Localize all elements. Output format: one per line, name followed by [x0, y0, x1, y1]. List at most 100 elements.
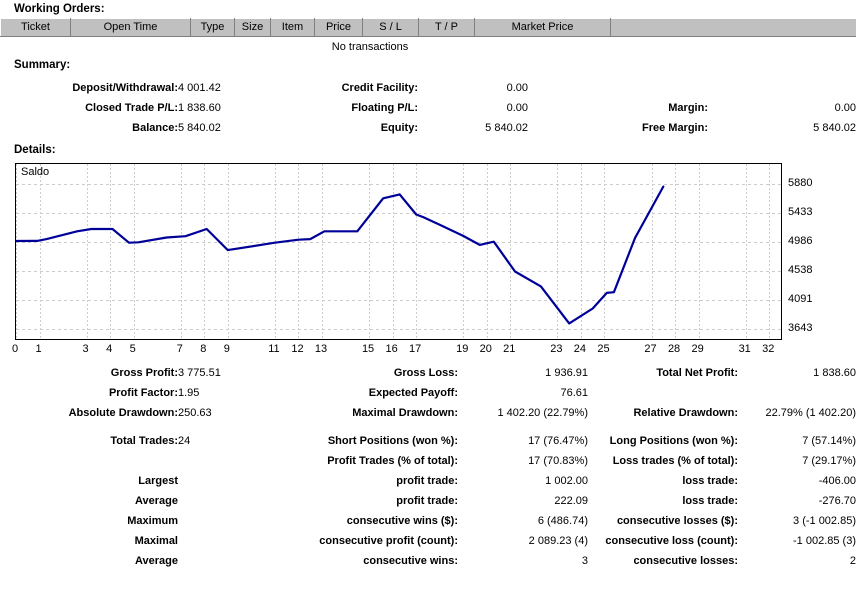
column-header-item[interactable]: Item — [270, 18, 315, 37]
column-header-type[interactable]: Type — [190, 18, 235, 37]
x-tick-label: 7 — [176, 343, 183, 355]
column-header-filler — [610, 18, 856, 37]
stats-label-total-net-profit: Total Net Profit: — [656, 367, 738, 379]
x-tick-label: 8 — [200, 343, 207, 355]
chart-x-axis-labels: 0 1 3 4 5 7 8 9 11 12 13 15 16 17 19 20 21 23 24 25 27 28 29 31… — [11, 343, 782, 359]
stats-label-total-trades: Total Trades: — [110, 435, 178, 447]
chart-plot-area: Saldo — [15, 163, 782, 340]
x-tick-label: 0 — [11, 343, 19, 355]
stats-value-absolute-drawdown: 250.63 — [178, 407, 212, 419]
y-tick-label: 4986 — [788, 234, 813, 247]
stats-row: Largest profit trade: 1 002.00 loss trad… — [0, 471, 856, 491]
stats-label-average-loss-trade: loss trade: — [682, 495, 738, 507]
balance-chart[interactable]: Saldo 5880 5433 4986 4538 4091 3643 013457891… — [0, 160, 856, 360]
stats-value-gross-loss: 1 936.91 — [545, 367, 588, 379]
working-orders-table-wrap: Ticket Open Time Type Size Item Price S … — [0, 18, 856, 53]
summary-label-margin: Margin: — [668, 102, 708, 114]
stats-label-profit-factor: Profit Factor: — [108, 387, 178, 399]
column-header-size[interactable]: Size — [234, 18, 271, 37]
stats-value-largest — [178, 471, 288, 491]
stats-value-total-trades: 24 — [178, 435, 191, 447]
column-header-market-price[interactable]: Market Price — [474, 18, 611, 37]
stats-value-max-consecutive-losses: 3 (-1 002.85) — [793, 515, 856, 527]
x-tick-label: 25 — [597, 343, 610, 355]
summary-value-free-margin: 5 840.02 — [813, 122, 856, 134]
summary-value-credit-facility: 0.00 — [506, 82, 528, 94]
stats-label-largest-loss-trade: loss trade: — [682, 475, 738, 487]
column-header-ticket[interactable]: Ticket — [0, 18, 71, 37]
x-tick-label: 16 — [385, 343, 398, 355]
statistics-block-trades: Total Trades: 24 Short Positions (won %)… — [0, 431, 856, 571]
column-header-take-profit[interactable]: T / P — [418, 18, 475, 37]
summary-row: Deposit/Withdrawal: 4 001.42 Credit Faci… — [0, 78, 856, 98]
stats-label-profit-trades: Profit Trades (% of total): — [327, 455, 458, 467]
stats-label-average-profit-trade: profit trade: — [396, 495, 458, 507]
x-tick-label: 21 — [503, 343, 516, 355]
summary-value-equity: 5 840.02 — [485, 122, 528, 134]
chart-series-label: Saldo — [21, 166, 50, 178]
summary-value-closed-trade-pl: 1 838.60 — [178, 102, 221, 114]
stats-value-empty-1 — [738, 383, 856, 403]
stats-value-loss-trades: 7 (29.17%) — [802, 455, 856, 467]
stats-value-profit-trades: 17 (70.83%) — [528, 455, 588, 467]
summary-grid: Deposit/Withdrawal: 4 001.42 Credit Faci… — [0, 78, 856, 138]
stats-row: Average profit trade: 222.09 loss trade:… — [0, 491, 856, 511]
stats-value-average-2 — [178, 551, 288, 571]
stats-row: Absolute Drawdown: 250.63 Maximal Drawdo… — [0, 403, 856, 423]
stats-label-expected-payoff: Expected Payoff: — [368, 387, 458, 399]
y-tick-label: 4538 — [788, 263, 813, 276]
stats-value-total-net-profit: 1 838.60 — [813, 367, 856, 379]
x-tick-label: 32 — [762, 343, 775, 355]
column-header-stop-loss[interactable]: S / L — [362, 18, 419, 37]
x-tick-label: 9 — [223, 343, 230, 355]
x-tick-label: 1 — [35, 343, 42, 355]
y-tick-label: 4091 — [788, 292, 813, 305]
stats-label-largest-profit-trade: profit trade: — [396, 475, 458, 487]
stats-row: Gross Profit: 3 775.51 Gross Loss: 1 936… — [0, 363, 856, 383]
empty-state-message: No transactions — [331, 41, 409, 53]
details-section: Details: Saldo 5880 5433 4986 4538 4091 3643 … — [0, 144, 856, 360]
chart-y-axis-labels: 5880 5433 4986 4538 4091 3643 — [788, 160, 848, 344]
chart-line-svg — [16, 164, 781, 339]
x-tick-label: 12 — [291, 343, 304, 355]
stats-value-average-profit-trade: 222.09 — [554, 495, 588, 507]
y-tick-label: 5433 — [788, 205, 813, 218]
stats-row: Average consecutive wins: 3 consecutive … — [0, 551, 856, 571]
summary-label-balance: Balance: — [132, 122, 178, 134]
stats-row: Profit Trades (% of total): 17 (70.83%) … — [0, 451, 856, 471]
stats-label-largest: Largest — [138, 475, 178, 487]
working-orders-section: Working Orders: Ticket Open Time Type Si… — [0, 0, 856, 53]
stats-value-expected-payoff: 76.61 — [560, 387, 588, 399]
stats-value-short-positions: 17 (76.47%) — [528, 435, 588, 447]
x-tick-label: 11 — [268, 343, 280, 355]
column-header-open-time[interactable]: Open Time — [70, 18, 191, 37]
summary-row: Balance: 5 840.02 Equity: 5 840.02 Free … — [0, 118, 856, 138]
stats-label-average: Average — [134, 495, 178, 507]
stats-value-avg-consecutive-losses: 2 — [849, 555, 856, 567]
working-orders-table: Ticket Open Time Type Size Item Price S … — [0, 18, 856, 37]
x-tick-label: 5 — [129, 343, 136, 355]
summary-title: Summary: — [14, 59, 71, 71]
summary-section: Summary: Deposit/Withdrawal: 4 001.42 Cr… — [0, 59, 856, 138]
summary-label-equity: Equity: — [380, 122, 418, 134]
stats-label-empty-2 — [0, 451, 178, 471]
stats-label-loss-trades: Loss trades (% of total): — [612, 455, 738, 467]
stats-value-relative-drawdown: 22.79% (1 402.20) — [765, 407, 856, 419]
stats-value-largest-profit-trade: 1 002.00 — [545, 475, 588, 487]
x-tick-label: 27 — [644, 343, 657, 355]
x-tick-label: 15 — [361, 343, 375, 355]
stats-value-maximal-drawdown: 1 402.20 (22.79%) — [497, 407, 588, 419]
stats-label-avg-consecutive-wins: consecutive wins: — [363, 555, 458, 567]
stats-label-maximal: Maximal — [134, 535, 178, 547]
summary-label-floating-pl: Floating P/L: — [351, 102, 418, 114]
statistics-block-primary: Gross Profit: 3 775.51 Gross Loss: 1 936… — [0, 363, 856, 423]
column-header-price[interactable]: Price — [314, 18, 363, 37]
stats-value-long-positions: 7 (57.14%) — [802, 435, 856, 447]
summary-label-free-margin: Free Margin: — [641, 122, 708, 134]
x-tick-label: 24 — [573, 343, 587, 355]
stats-row: Profit Factor: 1.95 Expected Payoff: 76.… — [0, 383, 856, 403]
stats-value-maximum — [178, 511, 288, 531]
x-tick-label: 23 — [550, 343, 563, 355]
stats-value-gross-profit: 3 775.51 — [178, 367, 221, 379]
x-tick-label: 28 — [667, 343, 681, 355]
